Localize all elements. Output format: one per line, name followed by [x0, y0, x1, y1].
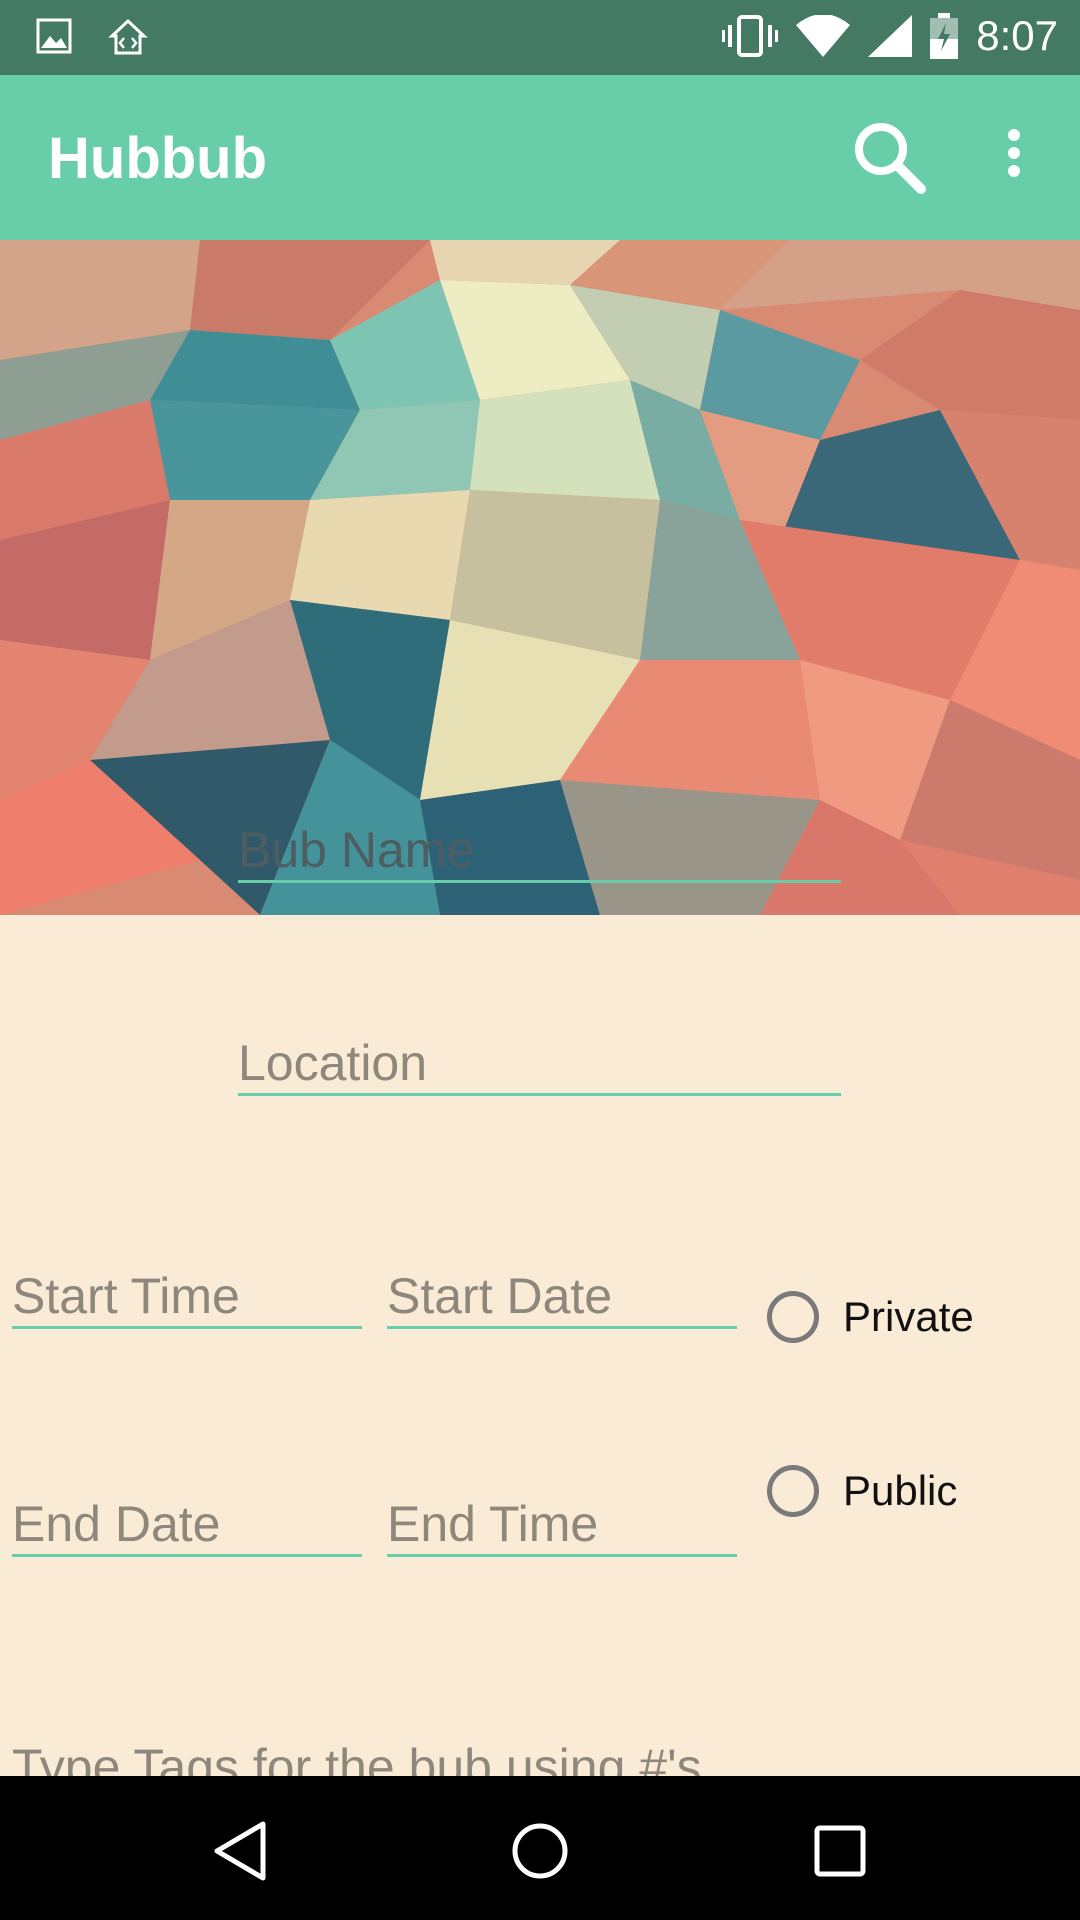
- app-title: Hubbub: [48, 126, 268, 191]
- public-radio[interactable]: Public: [767, 1465, 957, 1517]
- home-icon: [512, 1823, 568, 1879]
- bub-name-input[interactable]: [238, 820, 841, 880]
- bub-name-field[interactable]: [238, 820, 841, 883]
- home-button[interactable]: [505, 1816, 575, 1886]
- back-icon: [214, 1821, 266, 1881]
- end-date-input[interactable]: [12, 1494, 362, 1554]
- image-icon: [36, 18, 72, 54]
- navigation-bar: [0, 1776, 1080, 1920]
- private-label: Private: [843, 1293, 974, 1340]
- vibrate-icon: [722, 15, 779, 57]
- private-radio[interactable]: Private: [767, 1291, 974, 1343]
- status-bar: 8:07: [0, 0, 1080, 75]
- start-date-input[interactable]: [387, 1266, 737, 1326]
- location-input[interactable]: [238, 1033, 841, 1093]
- recents-button[interactable]: [805, 1816, 875, 1886]
- battery-charging-icon: [930, 13, 959, 59]
- home-code-icon: [108, 18, 148, 55]
- status-time: 8:07: [976, 12, 1058, 59]
- app-bar: Hubbub: [0, 75, 1080, 240]
- radio-unchecked-icon[interactable]: [767, 1465, 819, 1517]
- end-time-field[interactable]: [387, 1494, 737, 1557]
- public-label: Public: [843, 1467, 958, 1514]
- wifi-icon: [796, 15, 851, 57]
- more-vert-icon: [1008, 129, 1020, 177]
- end-date-field[interactable]: [12, 1494, 362, 1557]
- back-button[interactable]: [205, 1816, 275, 1886]
- search-button[interactable]: [845, 113, 935, 203]
- start-time-field[interactable]: [12, 1266, 362, 1329]
- more-options-button[interactable]: [990, 115, 1040, 205]
- start-time-input[interactable]: [12, 1266, 362, 1326]
- start-date-field[interactable]: [387, 1266, 737, 1329]
- search-icon: [855, 123, 926, 194]
- end-time-input[interactable]: [387, 1494, 737, 1554]
- location-field[interactable]: [238, 1033, 841, 1096]
- header-image: [0, 240, 1080, 915]
- signal-icon: [868, 15, 913, 57]
- recents-icon: [814, 1825, 866, 1877]
- radio-unchecked-icon[interactable]: [767, 1291, 819, 1343]
